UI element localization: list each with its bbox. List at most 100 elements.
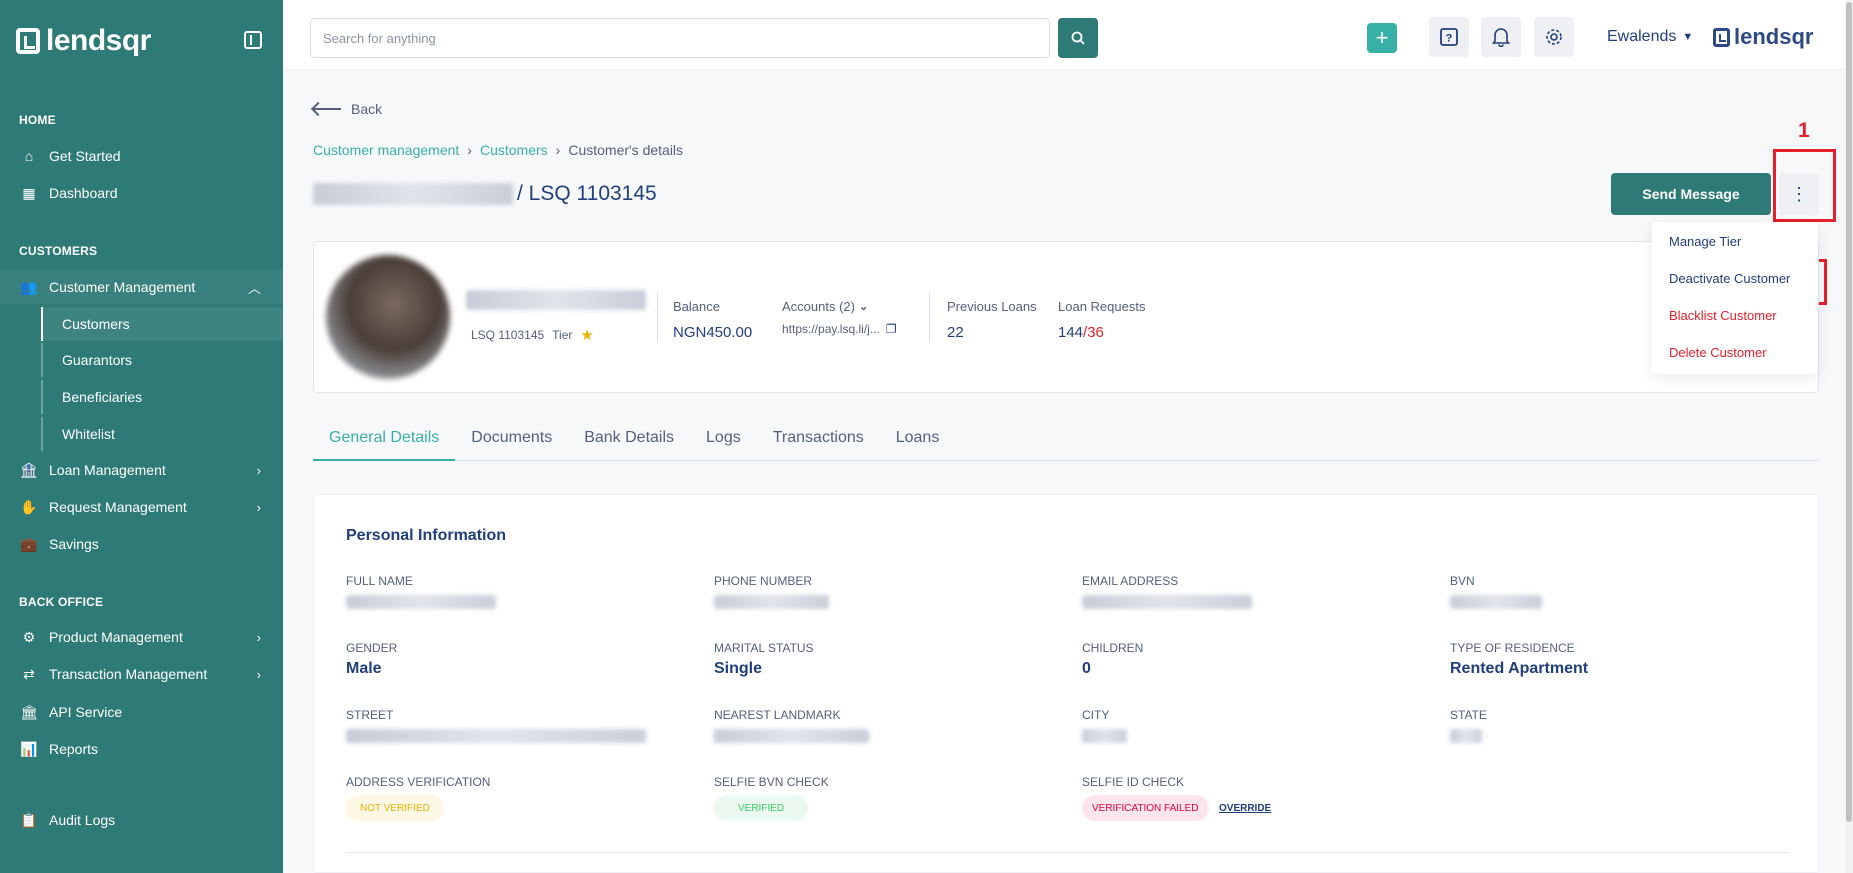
audit-icon: 📋: [20, 811, 38, 828]
annotation-number-1: 1: [1798, 119, 1810, 142]
sidebar-item-label: API Service: [49, 704, 123, 720]
lendsqr-logo-icon: [1713, 27, 1730, 47]
override-link[interactable]: OVERRIDE: [1219, 803, 1271, 814]
balance-value: NGN450.00: [673, 324, 753, 341]
sidebar-item-whitelist[interactable]: Whitelist: [41, 417, 283, 451]
sidebar-item-guarantors[interactable]: Guarantors: [41, 343, 283, 377]
customer-name-redacted: [313, 183, 513, 205]
reports-icon: 📊: [20, 740, 38, 757]
landmark-label: NEAREST LANDMARK: [714, 708, 841, 722]
send-message-button[interactable]: Send Message: [1611, 173, 1771, 215]
breadcrumb-customer-management[interactable]: Customer management: [313, 142, 459, 158]
previous-loans-value: 22: [947, 324, 964, 341]
section-customers: CUSTOMERS: [19, 244, 98, 258]
full-name-label: FULL NAME: [346, 574, 413, 588]
sidebar-item-label: Customer Management: [49, 279, 196, 295]
back-link[interactable]: Back: [313, 101, 382, 117]
blacklist-customer-option[interactable]: Blacklist Customer: [1669, 308, 1777, 323]
section-back-office: BACK OFFICE: [19, 595, 104, 609]
gear-icon: [1546, 29, 1562, 45]
help-button[interactable]: ?: [1429, 17, 1469, 57]
address-verification-label: ADDRESS VERIFICATION: [346, 775, 491, 789]
manage-tier-option[interactable]: Manage Tier: [1669, 234, 1741, 249]
tier-label: Tier: [552, 328, 573, 342]
sidebar-item-beneficiaries[interactable]: Beneficiaries: [41, 380, 283, 414]
page-title: / LSQ 1103145: [313, 182, 657, 206]
sidebar-item-transaction-management[interactable]: ⇄ Transaction Management ›: [0, 657, 283, 691]
chevron-right-icon: ›: [555, 142, 561, 158]
delete-customer-option[interactable]: Delete Customer: [1669, 345, 1767, 360]
search-button[interactable]: [1058, 18, 1098, 58]
search-input[interactable]: [310, 18, 1050, 58]
personal-info-heading: Personal Information: [346, 527, 507, 544]
tab-documents[interactable]: Documents: [455, 421, 568, 461]
sidebar-item-savings[interactable]: 💼 Savings: [0, 527, 283, 561]
notifications-button[interactable]: [1481, 17, 1521, 57]
sidebar-item-request-management[interactable]: ✋ Request Management ›: [0, 490, 283, 524]
breadcrumb: Customer management › Customers › Custom…: [313, 142, 683, 158]
star-icon: ★: [580, 327, 594, 344]
chevron-right-icon: ›: [256, 499, 261, 515]
account-url-row: https://pay.lsq.li/j... ❐: [782, 322, 897, 336]
chevron-right-icon: ›: [256, 629, 261, 645]
sidebar-item-label: Savings: [49, 536, 99, 552]
sidebar-item-customer-management[interactable]: 👥 Customer Management ︿: [0, 270, 283, 304]
tab-loans[interactable]: Loans: [880, 421, 956, 461]
accounts-dropdown[interactable]: Accounts (2) ⌄: [782, 299, 868, 314]
breadcrumb-current: Customer's details: [568, 142, 684, 158]
tab-transactions[interactable]: Transactions: [757, 421, 880, 461]
add-button[interactable]: +: [1367, 23, 1397, 53]
profile-name-redacted: [466, 290, 646, 310]
phone-redacted: [714, 595, 829, 609]
sidebar-item-loan-management[interactable]: 🏦 Loan Management ›: [0, 453, 283, 487]
children-value: 0: [1082, 660, 1091, 677]
balance-label: Balance: [673, 299, 720, 314]
svg-text:?: ?: [1446, 33, 1453, 45]
lendsqr-logo-icon: [16, 28, 40, 54]
sidebar-item-get-started[interactable]: ⌂ Get Started: [0, 139, 283, 173]
user-menu[interactable]: Ewalends ▼: [1607, 28, 1693, 46]
profile-id-row: LSQ 1103145 Tier ★: [471, 326, 594, 344]
state-label: STATE: [1450, 708, 1487, 722]
tab-bank-details[interactable]: Bank Details: [568, 421, 690, 461]
sidebar-item-dashboard[interactable]: ▦ Dashboard: [0, 176, 283, 210]
loan-icon: 🏦: [20, 461, 38, 478]
sidebar-item-audit-logs[interactable]: 📋 Audit Logs: [0, 803, 283, 837]
sidebar-item-product-management[interactable]: ⚙ Product Management ›: [0, 620, 283, 654]
landmark-redacted: [714, 729, 869, 743]
annotation-box-1: [1773, 149, 1836, 222]
residence-value: Rented Apartment: [1450, 660, 1589, 677]
deactivate-customer-option[interactable]: Deactivate Customer: [1669, 271, 1790, 286]
sidebar-item-reports[interactable]: 📊 Reports: [0, 732, 283, 766]
brand-logo[interactable]: lendsqr: [16, 24, 151, 58]
sidebar-item-label: Get Started: [49, 148, 121, 164]
selfie-bvn-label: SELFIE BVN CHECK: [714, 775, 829, 789]
sidebar-item-label: Guarantors: [62, 352, 133, 368]
collapse-sidebar-icon[interactable]: [244, 31, 262, 49]
breadcrumb-customers[interactable]: Customers: [480, 142, 548, 158]
divider: [346, 852, 1788, 853]
sidebar-item-label: Audit Logs: [49, 812, 116, 828]
sidebar-item-customers[interactable]: Customers: [41, 307, 283, 341]
tab-general-details[interactable]: General Details: [313, 421, 456, 461]
phone-label: PHONE NUMBER: [714, 574, 813, 588]
settings-button[interactable]: [1534, 17, 1574, 57]
arrow-left-icon: [313, 108, 341, 110]
dashboard-icon: ▦: [22, 184, 36, 201]
back-label: Back: [351, 101, 383, 117]
sidebar-item-label: Dashboard: [49, 185, 118, 201]
sidebar: lendsqr HOME ⌂ Get Started ▦ Dashboard C…: [0, 0, 283, 873]
city-label: CITY: [1082, 708, 1110, 722]
topbar: + ? Ewalends ▼ lendsqr: [283, 0, 1853, 70]
address-verification-badge: NOT VERIFIED: [346, 795, 444, 821]
sidebar-item-api-service[interactable]: 🏛 API Service: [0, 695, 283, 729]
scrollbar-thumb[interactable]: [1846, 2, 1852, 822]
detail-tabs: General Details Documents Bank Details L…: [313, 421, 1819, 461]
accounts-label: Accounts (2): [782, 299, 855, 314]
gender-value: Male: [346, 660, 382, 677]
copy-icon[interactable]: ❐: [886, 322, 897, 336]
chevron-right-icon: ›: [256, 462, 261, 478]
tab-logs[interactable]: Logs: [690, 421, 757, 461]
more-options-dropdown: Manage Tier Deactivate Customer Blacklis…: [1652, 222, 1818, 374]
children-label: CHILDREN: [1082, 641, 1144, 655]
